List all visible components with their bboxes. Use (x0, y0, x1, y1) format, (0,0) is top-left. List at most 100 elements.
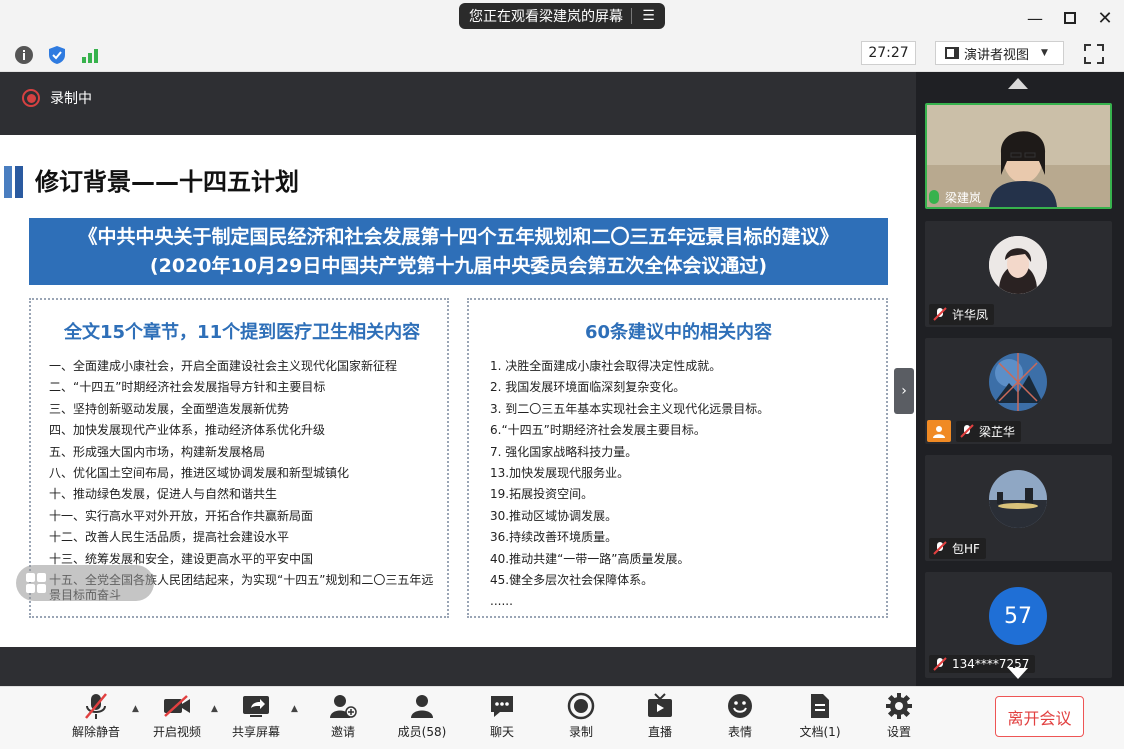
record-label: 录制 (568, 725, 593, 739)
unmute-button[interactable]: 解除静音 (58, 691, 134, 745)
camera-off-icon (164, 695, 190, 717)
reactions-label: 表情 (727, 725, 752, 739)
view-mode-label: 演讲者视图 (964, 47, 1030, 63)
participant-name: 包HF (952, 541, 980, 556)
menu-lines-icon[interactable]: ☰ (632, 8, 665, 24)
right-panel-heading: 60条建议中的相关内容 (585, 322, 773, 343)
documents-button[interactable]: 文档(1) (782, 691, 858, 745)
speaker-view-icon (945, 47, 959, 59)
fullscreen-icon[interactable] (1083, 43, 1105, 65)
avatar: 57 (989, 587, 1047, 645)
mic-muted-icon (960, 424, 974, 438)
close-icon[interactable]: ✕ (1095, 8, 1115, 29)
scroll-up-icon[interactable] (1008, 78, 1028, 89)
record-icon (567, 692, 595, 720)
participant-label: 梁芷华 (952, 420, 1022, 442)
recording-label: 录制中 (50, 91, 92, 107)
title-accent-bar (4, 166, 12, 198)
documents-label: 文档(1) (799, 725, 841, 739)
record-button[interactable]: 录制 (543, 691, 619, 745)
list-item: 八、优化国土空间布局，推进区域协调发展和新型城镇化 (49, 466, 350, 481)
share-notice-pill: 您正在观看梁建岚的屏幕 ☰ (459, 3, 665, 29)
settings-label: 设置 (886, 725, 911, 739)
live-button[interactable]: 直播 (622, 691, 698, 745)
list-item: 1. 决胜全面建成小康社会取得决定性成就。 (490, 359, 722, 373)
gear-icon (886, 693, 912, 719)
live-stream-icon (648, 693, 672, 717)
avatar (989, 470, 1047, 528)
list-item: 一、全面建成小康社会，开启全面建设社会主义现代化国家新征程 (49, 359, 398, 373)
suggestion-list: 1. 决胜全面建成小康社会取得决定性成就。 2. 我国发展环境面临深刻复杂变化。… (490, 356, 880, 613)
view-mode-select[interactable]: 演讲者视图 ▼ (935, 41, 1064, 65)
gallery-toggle-button[interactable] (16, 565, 154, 601)
signal-icon[interactable] (79, 44, 101, 66)
leave-meeting-button[interactable]: 离开会议 (995, 696, 1084, 737)
shield-icon[interactable] (46, 44, 68, 66)
record-dot-icon (22, 89, 40, 107)
emoji-icon (728, 694, 752, 718)
members-icon (411, 695, 433, 718)
list-item: 45.健全多层次社会保障体系。 (490, 573, 654, 588)
share-screen-button[interactable]: 共享屏幕 (218, 691, 294, 745)
list-item: 30.推动区域协调发展。 (490, 508, 618, 523)
list-item: 7. 强化国家战略科技力量。 (490, 444, 638, 459)
list-item: 十、推动绿色发展，促进人与自然和谐共生 (49, 487, 278, 502)
members-button[interactable]: 成员(58) (384, 691, 460, 745)
list-item: 19.拓展投资空间。 (490, 487, 594, 502)
minimize-icon[interactable]: — (1025, 8, 1045, 28)
list-item: 6.“十四五”时期经济社会发展主要目标。 (490, 423, 706, 438)
list-item: 三、坚持创新驱动发展，全面塑造发展新优势 (49, 401, 290, 416)
list-item: ...... (490, 594, 513, 609)
recording-indicator: 录制中 (22, 86, 92, 110)
list-item: 40.推动共建“一带一路”高质量发展。 (490, 551, 690, 566)
members-label: 成员(58) (397, 725, 447, 739)
slide-title: 修订背景——十四五计划 (35, 168, 299, 196)
participant-name: 梁建岚 (945, 190, 982, 205)
list-item: 十二、改善人民生活品质，提高社会建设水平 (49, 530, 290, 545)
mic-muted-icon (933, 541, 947, 555)
list-item: 二、“十四五”时期经济社会发展指导方针和主要目标 (49, 380, 326, 395)
info-icon[interactable] (13, 44, 35, 66)
meeting-timer: 27:27 (861, 41, 916, 65)
participant-label: 许华凤 (925, 303, 995, 325)
avatar (989, 353, 1047, 411)
settings-button[interactable]: 设置 (861, 691, 937, 745)
slide-banner: 《中共中央关于制定国民经济和社会发展第十四个五年规划和二〇三五年远景目标的建议》… (29, 218, 888, 285)
live-label: 直播 (647, 725, 672, 739)
banner-line: 《中共中央关于制定国民经济和社会发展第十四个五年规划和二〇三五年远景目标的建议》 (78, 226, 839, 248)
reactions-button[interactable]: 表情 (702, 691, 778, 745)
share-options-caret[interactable]: ▲ (291, 704, 298, 714)
list-item: 十一、实行高水平对外开放，开拓合作共赢新局面 (49, 508, 314, 523)
mic-muted-icon (933, 307, 947, 321)
share-notice-text: 您正在观看梁建岚的屏幕 (469, 9, 623, 25)
chevron-down-icon: ▼ (1041, 48, 1048, 58)
add-user-icon (330, 695, 357, 718)
chat-label: 聊天 (489, 725, 514, 739)
video-options-caret[interactable]: ▲ (211, 704, 218, 714)
mic-on-icon (929, 190, 939, 204)
grid-icon (26, 573, 46, 593)
chevron-right-icon: › (901, 383, 907, 399)
maximize-icon[interactable] (1060, 8, 1080, 28)
title-accent-bar (15, 166, 23, 198)
scroll-down-icon[interactable] (1008, 668, 1028, 679)
list-item: 36.持续改善环境质量。 (490, 530, 618, 545)
invite-button[interactable]: 邀请 (305, 691, 381, 745)
start-video-button[interactable]: 开启视频 (139, 691, 215, 745)
document-icon (811, 694, 829, 718)
chat-button[interactable]: 聊天 (464, 691, 540, 745)
list-item: 五、形成强大国内市场，构建新发展格局 (49, 444, 266, 459)
participant-name: 许华凤 (952, 307, 989, 322)
list-item: 四、加快发展现代产业体系，推动经济体系优化升级 (49, 423, 326, 438)
list-item: 2. 我国发展环境面临深刻复杂变化。 (490, 380, 686, 395)
participant-label: 包HF (925, 537, 986, 559)
share-screen-label: 共享屏幕 (231, 725, 280, 739)
share-screen-icon (243, 696, 269, 717)
banner-line: (2020年10月29日中国共产党第十九届中央委员会第五次全体会议通过) (149, 255, 768, 277)
participant-label: 梁建岚 (925, 186, 981, 208)
mic-options-caret[interactable]: ▲ (132, 704, 139, 714)
host-badge-icon (927, 420, 951, 442)
mic-muted-icon (85, 693, 107, 719)
mic-muted-icon (933, 657, 947, 671)
collapse-panel-button[interactable]: › (894, 368, 914, 414)
